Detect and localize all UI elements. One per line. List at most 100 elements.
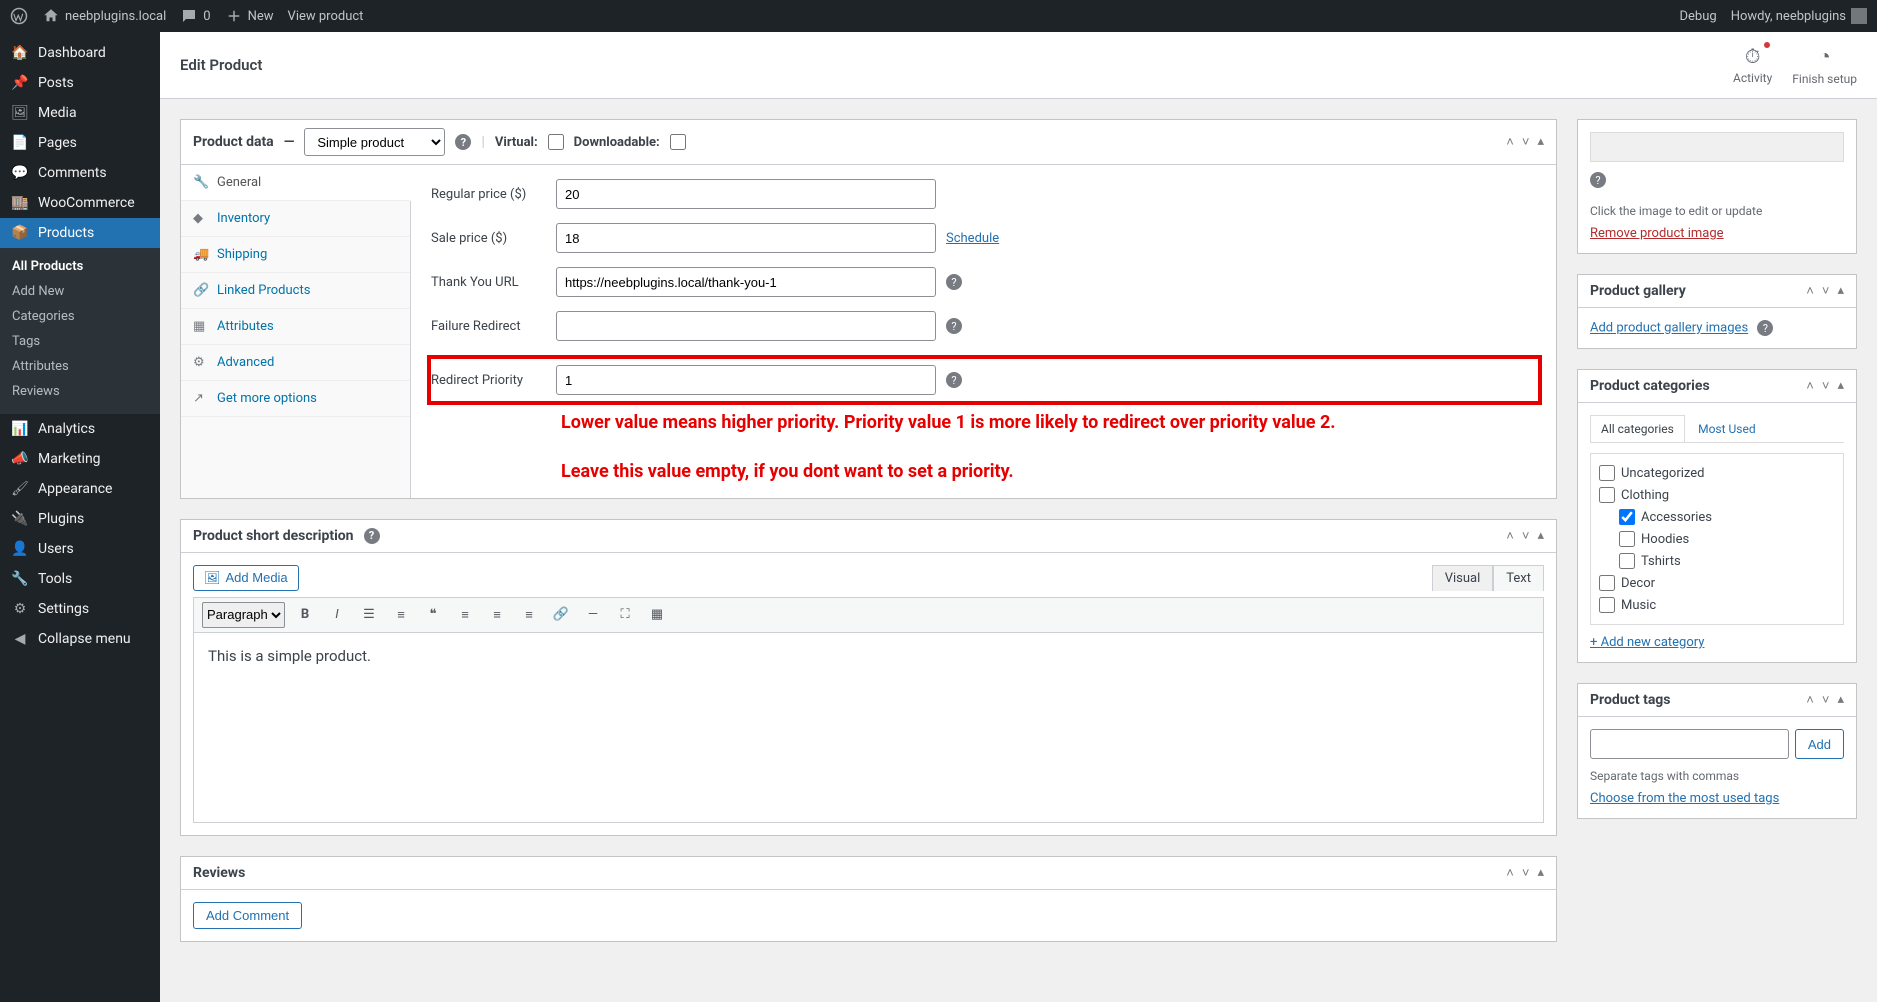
sidebar-item-marketing[interactable]: 📣Marketing xyxy=(0,444,160,474)
toggle-icon[interactable]: ▴ xyxy=(1837,692,1844,708)
add-gallery-link[interactable]: Add product gallery images xyxy=(1590,321,1748,336)
choose-tags-link[interactable]: Choose from the most used tags xyxy=(1590,791,1779,806)
link-icon[interactable]: 🔗 xyxy=(549,603,573,627)
category-checkbox[interactable] xyxy=(1599,487,1615,503)
sidebar-item-settings[interactable]: ⚙Settings xyxy=(0,594,160,624)
tab-text[interactable]: Text xyxy=(1493,565,1544,591)
tab-advanced[interactable]: ⚙Advanced xyxy=(181,345,410,381)
category-checkbox[interactable] xyxy=(1599,575,1615,591)
tab-shipping[interactable]: 🚚Shipping xyxy=(181,237,410,273)
move-down-icon[interactable]: ˅ xyxy=(1522,528,1530,544)
help-icon[interactable]: ? xyxy=(946,372,962,388)
schedule-link[interactable]: Schedule xyxy=(946,231,999,246)
site-home[interactable]: neebplugins.local xyxy=(42,7,166,25)
short-desc-editor[interactable]: This is a simple product. xyxy=(193,633,1544,823)
sidebar-item-collapse[interactable]: ◀Collapse menu xyxy=(0,624,160,654)
sidebar-item-users[interactable]: 👤Users xyxy=(0,534,160,564)
toggle-icon[interactable]: ▴ xyxy=(1837,283,1844,299)
paragraph-select[interactable]: Paragraph xyxy=(202,602,285,628)
fullscreen-icon[interactable]: ⛶ xyxy=(613,603,637,627)
toolbar-toggle-icon[interactable]: ▦ xyxy=(645,603,669,627)
regular-price-input[interactable] xyxy=(556,179,936,209)
move-up-icon[interactable]: ˄ xyxy=(1506,134,1514,150)
user-menu[interactable]: Howdy, neebplugins xyxy=(1731,8,1867,24)
tab-more-options[interactable]: ↗Get more options xyxy=(181,381,410,417)
tag-input[interactable] xyxy=(1590,729,1789,759)
move-up-icon[interactable]: ˄ xyxy=(1506,865,1514,881)
toggle-icon[interactable]: ▴ xyxy=(1537,865,1544,881)
sidebar-item-analytics[interactable]: 📊Analytics xyxy=(0,414,160,444)
sidebar-item-pages[interactable]: 📄Pages xyxy=(0,128,160,158)
sidebar-item-comments[interactable]: 💬Comments xyxy=(0,158,160,188)
tab-general[interactable]: 🔧General xyxy=(181,165,411,201)
bullet-list-icon[interactable]: ☰ xyxy=(357,603,381,627)
help-icon[interactable]: ? xyxy=(946,318,962,334)
tab-inventory[interactable]: ◆Inventory xyxy=(181,201,410,237)
submenu-attributes[interactable]: Attributes xyxy=(0,354,160,379)
product-type-select[interactable]: Simple product xyxy=(304,128,445,156)
finish-setup-button[interactable]: ◔ Finish setup xyxy=(1792,44,1857,86)
category-checkbox[interactable] xyxy=(1599,597,1615,613)
sidebar-item-appearance[interactable]: 🖌Appearance xyxy=(0,474,160,504)
remove-image-link[interactable]: Remove product image xyxy=(1590,226,1724,241)
thank-you-url-input[interactable] xyxy=(556,267,936,297)
move-up-icon[interactable]: ˄ xyxy=(1806,283,1814,299)
add-comment-button[interactable]: Add Comment xyxy=(193,902,302,929)
move-up-icon[interactable]: ˄ xyxy=(1806,692,1814,708)
cat-tab-all[interactable]: All categories xyxy=(1590,415,1685,442)
category-checkbox[interactable] xyxy=(1619,553,1635,569)
product-image-placeholder[interactable] xyxy=(1590,132,1844,162)
category-checkbox[interactable] xyxy=(1619,509,1635,525)
sidebar-item-posts[interactable]: 📌Posts xyxy=(0,68,160,98)
align-left-icon[interactable]: ≡ xyxy=(453,603,477,627)
move-up-icon[interactable]: ˄ xyxy=(1806,378,1814,394)
move-down-icon[interactable]: ˅ xyxy=(1522,134,1530,150)
add-tag-button[interactable]: Add xyxy=(1795,729,1844,759)
more-icon[interactable]: — xyxy=(581,603,605,627)
help-icon[interactable]: ? xyxy=(1590,172,1606,188)
sidebar-item-woocommerce[interactable]: 🏬WooCommerce xyxy=(0,188,160,218)
align-center-icon[interactable]: ≡ xyxy=(485,603,509,627)
redirect-priority-input[interactable] xyxy=(556,365,936,395)
add-new-category-link[interactable]: + Add new category xyxy=(1590,635,1704,650)
comments-link[interactable]: 0 xyxy=(180,7,210,25)
category-checkbox[interactable] xyxy=(1619,531,1635,547)
number-list-icon[interactable]: ≡ xyxy=(389,603,413,627)
view-product-link[interactable]: View product xyxy=(288,9,364,24)
downloadable-checkbox[interactable] xyxy=(670,134,686,150)
submenu-tags[interactable]: Tags xyxy=(0,329,160,354)
submenu-add-new[interactable]: Add New xyxy=(0,279,160,304)
move-up-icon[interactable]: ˄ xyxy=(1506,528,1514,544)
submenu-all-products[interactable]: All Products xyxy=(0,254,160,279)
move-down-icon[interactable]: ˅ xyxy=(1822,692,1830,708)
virtual-checkbox[interactable] xyxy=(548,134,564,150)
help-icon[interactable]: ? xyxy=(1757,320,1773,336)
move-down-icon[interactable]: ˅ xyxy=(1822,283,1830,299)
activity-button[interactable]: ⏱ Activity xyxy=(1733,44,1772,86)
category-checkbox[interactable] xyxy=(1599,465,1615,481)
bold-icon[interactable]: B xyxy=(293,603,317,627)
move-down-icon[interactable]: ˅ xyxy=(1522,865,1530,881)
toggle-icon[interactable]: ▴ xyxy=(1537,134,1544,150)
tab-visual[interactable]: Visual xyxy=(1432,565,1494,591)
help-icon[interactable]: ? xyxy=(364,528,380,544)
cat-tab-most-used[interactable]: Most Used xyxy=(1688,416,1766,442)
tab-linked[interactable]: 🔗Linked Products xyxy=(181,273,410,309)
align-right-icon[interactable]: ≡ xyxy=(517,603,541,627)
sidebar-item-plugins[interactable]: 🔌Plugins xyxy=(0,504,160,534)
sidebar-item-products[interactable]: 📦Products xyxy=(0,218,160,248)
help-icon[interactable]: ? xyxy=(455,134,471,150)
submenu-reviews[interactable]: Reviews xyxy=(0,379,160,404)
italic-icon[interactable]: I xyxy=(325,603,349,627)
sidebar-item-tools[interactable]: 🔧Tools xyxy=(0,564,160,594)
sidebar-item-media[interactable]: 🖼Media xyxy=(0,98,160,128)
toggle-icon[interactable]: ▴ xyxy=(1837,378,1844,394)
tab-attributes[interactable]: ▦Attributes xyxy=(181,309,410,345)
quote-icon[interactable]: ❝ xyxy=(421,603,445,627)
help-icon[interactable]: ? xyxy=(946,274,962,290)
wp-logo[interactable] xyxy=(10,7,28,25)
failure-redirect-input[interactable] xyxy=(556,311,936,341)
new-content[interactable]: New xyxy=(225,7,274,25)
sidebar-item-dashboard[interactable]: 🏠Dashboard xyxy=(0,38,160,68)
debug-link[interactable]: Debug xyxy=(1680,9,1717,24)
